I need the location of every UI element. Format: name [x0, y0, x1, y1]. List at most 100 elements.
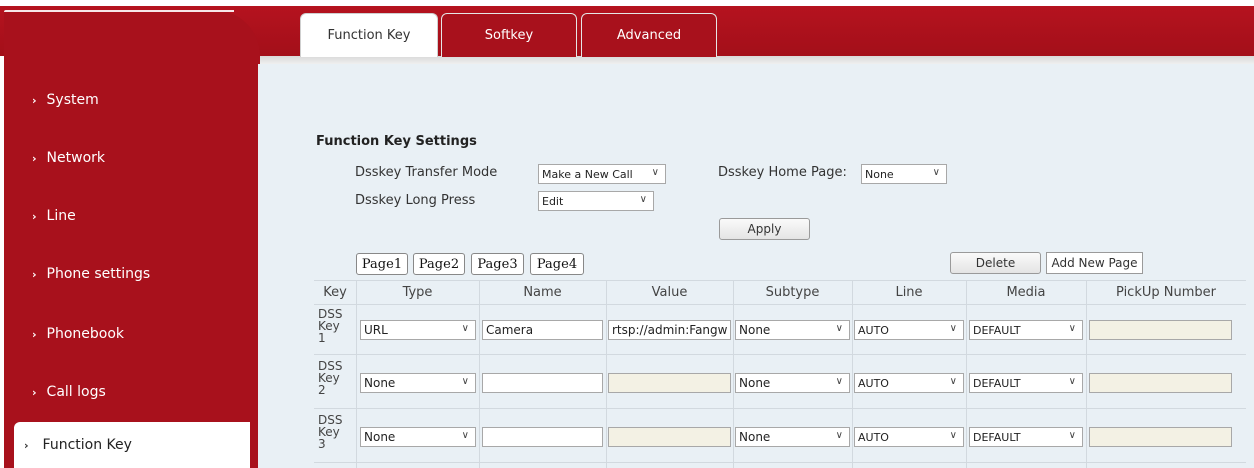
header-name: Name [523, 284, 562, 300]
chevron-right-icon: › [32, 385, 37, 399]
chevron-right-icon: › [32, 267, 37, 281]
home-page-select[interactable]: None ∨ [861, 164, 947, 184]
pickup-number-input[interactable] [1089, 320, 1232, 340]
chevron-down-icon: ∨ [835, 323, 843, 334]
tab-softkey[interactable]: Softkey [441, 13, 577, 57]
page4-button[interactable]: Page4 [530, 253, 584, 275]
table-border [356, 280, 357, 468]
chevron-right-icon: › [32, 209, 37, 223]
pickup-number-input[interactable] [1089, 427, 1232, 447]
home-page-label: Dsskey Home Page: [718, 165, 847, 180]
chevron-down-icon: ∨ [835, 430, 843, 441]
page3-button[interactable]: Page3 [471, 253, 524, 275]
value-input[interactable]: rtsp://admin:Fangw [608, 320, 731, 340]
chevron-right-icon: › [24, 438, 29, 452]
long-press-label: Dsskey Long Press [355, 193, 476, 208]
chevron-down-icon: ∨ [639, 194, 647, 205]
sidebar-item-system[interactable]: › System [4, 72, 254, 128]
sidebar-item-line[interactable]: › Line [4, 188, 254, 244]
add-new-page-button[interactable]: Add New Page [1046, 252, 1143, 274]
name-input[interactable] [482, 427, 603, 447]
select-value: None [739, 323, 771, 337]
header-type: Type [402, 284, 433, 300]
select-value: URL [364, 323, 388, 337]
chevron-down-icon: ∨ [1068, 376, 1076, 387]
table-row-key: DSS Key 2 [318, 360, 354, 396]
chevron-down-icon: ∨ [461, 376, 469, 387]
sidebar-item-function-key[interactable]: › Function Key [14, 422, 250, 468]
chevron-down-icon: ∨ [461, 323, 469, 334]
chevron-down-icon: ∨ [932, 167, 940, 178]
select-value: DEFAULT [973, 323, 1021, 337]
type-select[interactable]: None ∨ [360, 373, 476, 393]
table-border [314, 462, 1246, 463]
select-value: Edit [542, 194, 564, 208]
key-text: 3 [318, 437, 326, 451]
value-input[interactable] [608, 427, 731, 447]
table-border [479, 280, 480, 468]
sidebar-item-label: Line [46, 208, 76, 224]
type-select[interactable]: URL ∨ [360, 320, 476, 340]
line-select[interactable]: AUTO ∨ [854, 427, 964, 447]
chevron-down-icon: ∨ [651, 167, 659, 178]
transfer-mode-label: Dsskey Transfer Mode [355, 165, 498, 180]
media-select[interactable]: DEFAULT ∨ [969, 427, 1083, 447]
page1-button[interactable]: Page1 [356, 253, 408, 275]
long-press-select[interactable]: Edit ∨ [538, 191, 654, 211]
sidebar-item-call-logs[interactable]: › Call logs [4, 364, 254, 420]
sidebar-item-phonebook[interactable]: › Phonebook [4, 306, 254, 362]
delete-button[interactable]: Delete [950, 252, 1041, 274]
subtype-select[interactable]: None ∨ [735, 373, 850, 393]
apply-button[interactable]: Apply [719, 218, 810, 240]
type-select[interactable]: None ∨ [360, 427, 476, 447]
page2-button[interactable]: Page2 [413, 253, 465, 275]
header-value: Value [651, 284, 688, 300]
table-border [733, 280, 734, 468]
chevron-right-icon: › [32, 327, 37, 341]
name-input[interactable] [482, 373, 603, 393]
banner-shadow [258, 56, 1254, 64]
sidebar-item-phone-settings[interactable]: › Phone settings [4, 246, 254, 302]
tab-label: Advanced [616, 28, 682, 43]
header-pickup-number: PickUp Number [1116, 284, 1216, 300]
pickup-number-input[interactable] [1089, 373, 1232, 393]
name-input[interactable]: Camera [482, 320, 603, 340]
tab-label: Softkey [484, 28, 534, 43]
subtype-select[interactable]: None ∨ [735, 427, 850, 447]
tab-advanced[interactable]: Advanced [581, 13, 717, 57]
select-value: AUTO [858, 430, 889, 444]
line-select[interactable]: AUTO ∨ [854, 320, 964, 340]
chevron-right-icon: › [32, 151, 37, 165]
subtype-select[interactable]: None ∨ [735, 320, 850, 340]
sidebar-item-label: Phone settings [46, 266, 151, 282]
select-value: Make a New Call [542, 167, 633, 181]
select-value: DEFAULT [973, 376, 1021, 390]
sidebar-item-label: Call logs [46, 384, 106, 400]
sidebar-item-network[interactable]: › Network [4, 130, 254, 186]
table-border [314, 304, 1246, 305]
chevron-right-icon: › [32, 93, 37, 107]
table-border [852, 280, 853, 468]
sidebar-item-label: Network [46, 150, 106, 166]
header-subtype: Subtype [765, 284, 820, 300]
tab-label: Function Key [327, 28, 411, 43]
line-select[interactable]: AUTO ∨ [854, 373, 964, 393]
tab-function-key[interactable]: Function Key [300, 13, 438, 57]
value-input[interactable] [608, 373, 731, 393]
chevron-down-icon: ∨ [949, 430, 957, 441]
chevron-down-icon: ∨ [949, 323, 957, 334]
select-value: None [364, 430, 396, 444]
section-title: Function Key Settings [316, 134, 477, 149]
table-border [606, 280, 607, 468]
table-border [1086, 280, 1087, 468]
header-key: Key [323, 284, 347, 300]
select-value: None [739, 376, 771, 390]
chevron-down-icon: ∨ [949, 376, 957, 387]
chevron-down-icon: ∨ [461, 430, 469, 441]
media-select[interactable]: DEFAULT ∨ [969, 320, 1083, 340]
transfer-mode-select[interactable]: Make a New Call ∨ [538, 164, 666, 184]
media-select[interactable]: DEFAULT ∨ [969, 373, 1083, 393]
table-row-key: DSS Key 1 [318, 308, 354, 344]
sidebar-item-label: Function Key [42, 437, 132, 453]
chevron-down-icon: ∨ [1068, 430, 1076, 441]
